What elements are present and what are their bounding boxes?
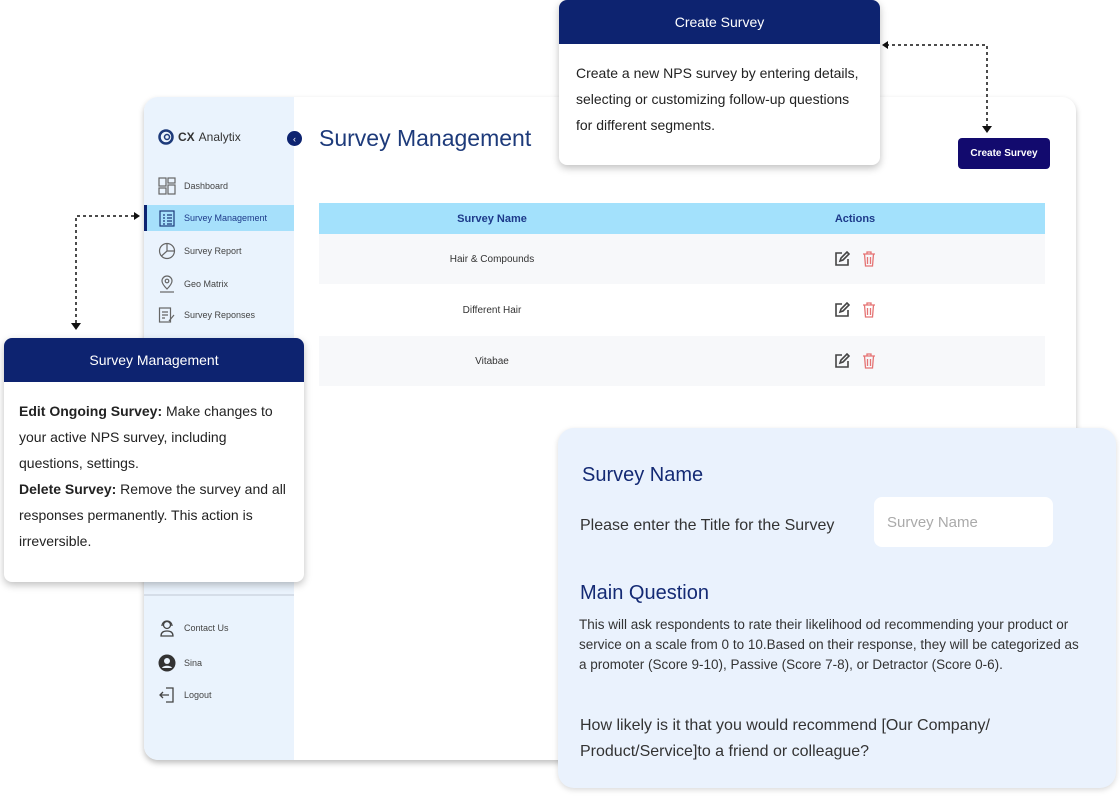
main-question-description: This will ask respondents to rate their …	[579, 617, 1079, 672]
survey-name-input[interactable]	[874, 497, 1053, 547]
main-question-text: How likely is it that you would recommen…	[580, 717, 990, 760]
tooltip-title: Create Survey	[559, 0, 880, 44]
delete-label: Delete Survey:	[19, 481, 117, 497]
tooltip-title: Survey Management	[4, 338, 304, 382]
survey-management-tooltip: Survey Management Edit Ongoing Survey: M…	[4, 338, 304, 582]
main-question-heading: Main Question	[580, 582, 709, 604]
tooltip-body: Create a new NPS survey by entering deta…	[576, 65, 859, 133]
survey-name-heading: Survey Name	[582, 464, 704, 486]
create-survey-tooltip: Create Survey Create a new NPS survey by…	[559, 0, 880, 165]
survey-form-panel: Survey Name Please enter the Title for t…	[558, 428, 1116, 788]
edit-label: Edit Ongoing Survey:	[19, 403, 163, 419]
tooltip-body: Edit Ongoing Survey: Make changes to you…	[4, 382, 304, 570]
survey-name-prompt: Please enter the Title for the Survey	[580, 517, 835, 534]
